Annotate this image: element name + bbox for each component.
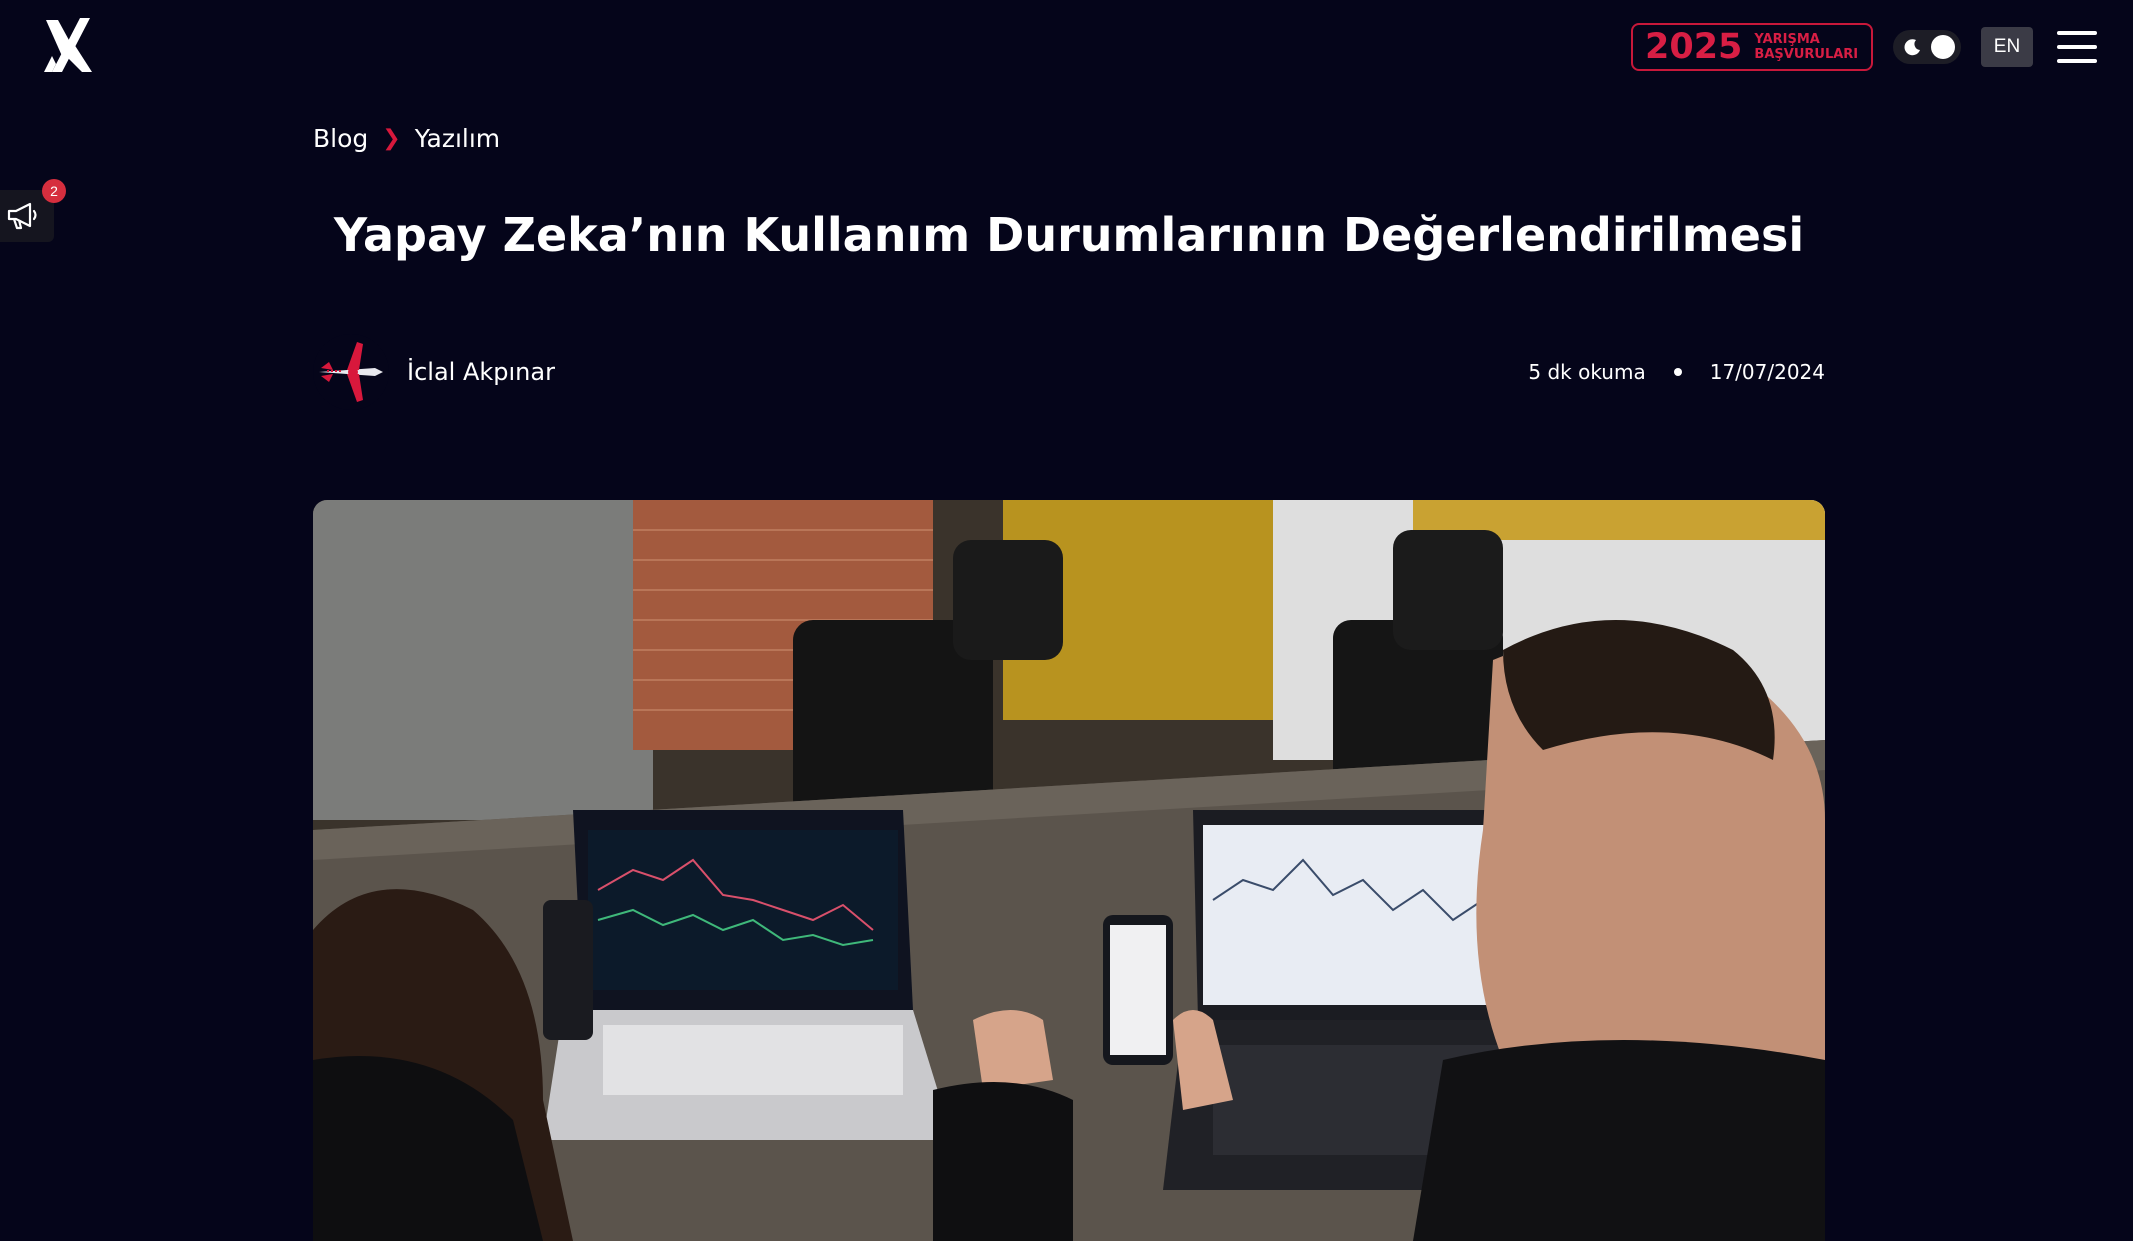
page-title: Yapay Zeka’nın Kullanım Durumlarının Değ…	[333, 208, 1805, 262]
language-button[interactable]: EN	[1981, 27, 2033, 67]
publish-date: 17/07/2024	[1709, 360, 1825, 384]
header-actions: 2025 YARIŞMA BAŞVURULARI EN	[1631, 22, 2097, 72]
article-info: 5 dk okuma 17/07/2024	[1528, 360, 1825, 384]
moon-icon	[1904, 39, 1920, 56]
author-name[interactable]: İclal Akpınar	[407, 358, 555, 386]
chevron-right-icon: ❯	[382, 126, 401, 151]
competition-year: 2025	[1645, 27, 1743, 67]
toggle-knob	[1931, 35, 1955, 59]
announcements-button[interactable]: 2	[0, 179, 66, 242]
competition-application-button[interactable]: 2025 YARIŞMA BAŞVURULARI	[1631, 23, 1873, 71]
megaphone-icon	[7, 202, 37, 230]
article-meta: İclal Akpınar 5 dk okuma 17/07/2024	[313, 334, 1825, 410]
announcements-count-badge: 2	[42, 179, 66, 203]
hamburger-menu-icon[interactable]	[2057, 31, 2097, 63]
logo-icon[interactable]	[40, 16, 96, 76]
avatar[interactable]	[313, 334, 389, 410]
breadcrumb: Blog ❯ Yazılım	[313, 124, 500, 153]
read-time: 5 dk okuma	[1528, 360, 1646, 384]
theme-toggle[interactable]	[1893, 30, 1961, 64]
separator-dot	[1673, 368, 1682, 376]
article-hero-image	[313, 500, 1825, 1241]
author[interactable]: İclal Akpınar	[313, 334, 555, 410]
breadcrumb-item-category[interactable]: Yazılım	[415, 124, 500, 153]
breadcrumb-item-blog[interactable]: Blog	[313, 124, 368, 153]
competition-label: YARIŞMA BAŞVURULARI	[1754, 32, 1859, 62]
